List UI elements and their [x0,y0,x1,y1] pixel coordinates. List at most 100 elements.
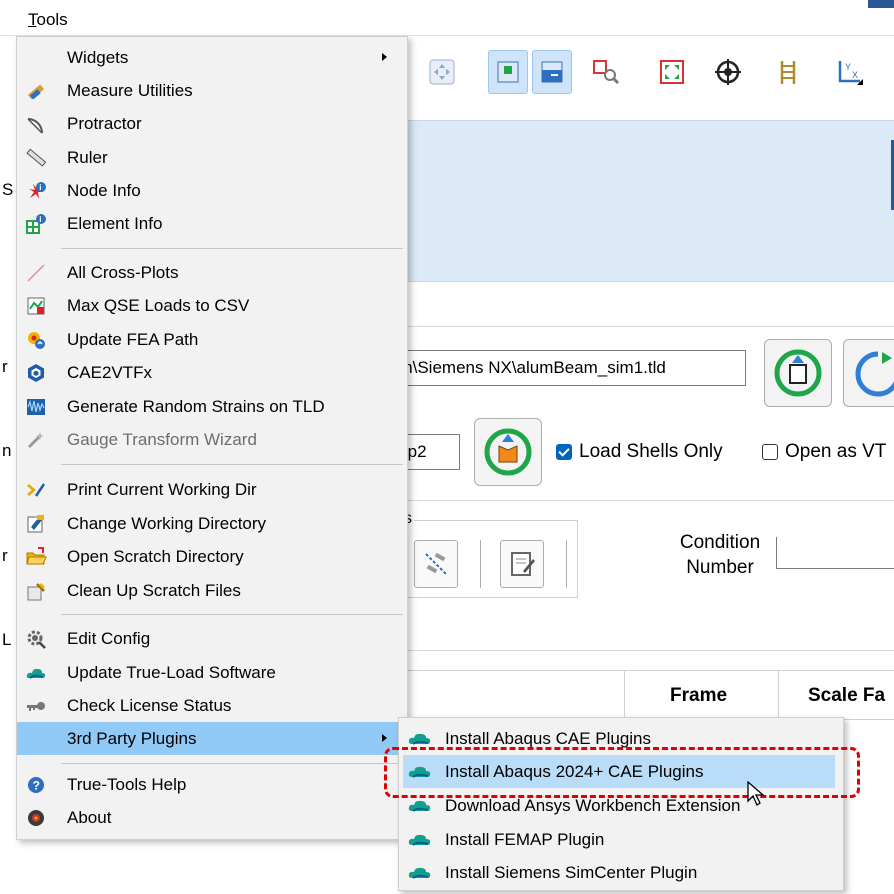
menu-item-label: Element Info [67,214,163,233]
menu-item-3rd-party-plugins[interactable]: 3rd Party Plugins [17,722,407,755]
menu-item-update-fea-path[interactable]: Update FEA Path [17,323,407,356]
open-folder-icon [25,546,47,568]
column-header-scale[interactable]: Scale Fa [808,685,885,707]
print-dir-icon [25,479,47,501]
menu-item-node-info[interactable]: i Node Info [17,174,407,207]
menu-item-print-current-working-dir[interactable]: Print Current Working Dir [17,473,407,506]
menu-item-label: Clean Up Scratch Files [67,581,241,600]
gauge-wizard-icon [25,429,47,451]
menu-item-about[interactable]: About [17,801,407,834]
menu-separator [61,763,403,764]
condition-label-line2: Number [686,557,754,578]
cloud-icon [408,834,431,846]
menu-item-element-info[interactable]: i Element Info [17,207,407,240]
license-key-icon [25,695,47,717]
menu-item-max-qse-loads[interactable]: Max QSE Loads to CSV [17,289,407,322]
view-mode-b-button[interactable] [532,50,572,94]
notepad-icon [511,552,535,576]
submenu-item-label: Install Abaqus CAE Plugins [445,729,652,748]
tools-dropdown-menu: Widgets Measure Utilities Protractor Rul… [16,36,408,840]
submenu-item-label: Install Siemens SimCenter Plugin [445,863,698,882]
menu-item-measure-utilities[interactable]: Measure Utilities [17,74,407,107]
menu-item-open-scratch-directory[interactable]: Open Scratch Directory [17,540,407,573]
transform-tool-button[interactable] [414,540,458,588]
menu-bar: Tools [0,0,894,36]
cloud-icon [408,800,431,812]
open-op2-button[interactable] [474,418,542,486]
zoom-window-button[interactable] [586,50,626,94]
menu-item-label: Update FEA Path [67,330,199,349]
column-header-frame[interactable]: Frame [670,685,727,707]
tools-menu-label: ools [36,10,68,29]
menu-item-label: Node Info [67,181,141,200]
svg-text:i: i [39,215,41,224]
tools-menu[interactable]: Tools [28,10,68,30]
menu-item-label: Widgets [67,48,129,67]
edit-notes-button[interactable] [500,540,544,588]
checkbox-unchecked [762,444,778,460]
cae2vtfx-icon [25,362,47,384]
svg-text:X: X [852,70,858,80]
zoom-extents-button[interactable] [652,50,692,94]
load-shells-only-checkbox[interactable]: Load Shells Only [556,441,723,463]
open-as-label: Open as VT [785,441,887,462]
window-accent [868,0,894,8]
left-clipped-text: n [2,441,12,460]
cloud-icon [25,662,47,684]
submenu-arrow-icon [382,734,387,742]
checkbox-checked [556,444,572,460]
layout-view-icon [541,61,563,83]
menu-item-cae2vtfx[interactable]: CAE2VTFx [17,356,407,389]
measure-utilities-icon [25,80,47,102]
left-clipped-text: r [2,357,8,376]
menu-item-all-cross-plots[interactable]: All Cross-Plots [17,256,407,289]
menu-item-true-tools-help[interactable]: ? True-Tools Help [17,768,407,801]
open-tld-button[interactable] [764,339,832,407]
qse-csv-icon [25,295,47,317]
reload-icon [855,351,894,397]
menu-item-label: Generate Random Strains on TLD [67,397,325,416]
menu-item-label: Update True-Load Software [67,663,276,682]
menu-item-check-license-status[interactable]: Check License Status [17,689,407,722]
condition-number-field[interactable] [776,537,894,569]
menu-item-generate-random-strains[interactable]: Generate Random Strains on TLD [17,390,407,423]
svg-text:?: ? [33,779,40,793]
menu-item-label: 3rd Party Plugins [67,729,197,748]
protractor-icon [25,113,47,135]
tld-path-input[interactable]: am\Siemens NX\alumBeam_sim1.tld [380,350,746,386]
axis-triad-button[interactable]: YX [828,50,868,94]
fit-view-button[interactable] [422,50,462,94]
svg-text:Y: Y [845,62,851,72]
gauge-line-icon [425,552,447,575]
graphics-viewport[interactable] [408,120,894,282]
menu-item-update-true-load-software[interactable]: Update True-Load Software [17,656,407,689]
menu-item-widgets[interactable]: Widgets [17,41,407,74]
menu-item-label: All Cross-Plots [67,263,179,282]
section-divider [408,650,894,651]
center-target-button[interactable] [708,50,748,94]
view-mode-a-button[interactable] [488,50,528,94]
axis-triad-icon: YX [838,61,863,85]
view-toolbar: YX [408,44,894,100]
ladder-view-button[interactable] [768,50,808,94]
left-clipped-text: L [2,630,12,649]
submenu-item-install-femap[interactable]: Install FEMAP Plugin [399,823,843,856]
menu-separator [61,614,403,615]
menu-item-label: Gauge Transform Wizard [67,430,257,449]
about-icon [25,807,47,829]
menu-item-edit-config[interactable]: Edit Config [17,622,407,655]
menu-item-change-working-directory[interactable]: Change Working Directory [17,507,407,540]
cloud-icon [408,867,431,879]
condition-number-label: Condition Number [674,530,766,580]
open-as-vt-checkbox[interactable]: Open as VT [762,441,886,463]
zoom-extents-icon [660,60,684,84]
highlight-callout [384,747,860,798]
menu-item-clean-up-scratch-files[interactable]: Clean Up Scratch Files [17,574,407,607]
menu-item-protractor[interactable]: Protractor [17,107,407,140]
submenu-item-install-siemens-simcenter[interactable]: Install Siemens SimCenter Plugin [399,856,843,889]
menu-item-label: Protractor [67,114,142,133]
tools-menu-mnemonic: T [28,10,37,29]
menu-item-ruler[interactable]: Ruler [17,141,407,174]
menu-item-label: Change Working Directory [67,514,267,533]
reload-button[interactable] [843,339,894,407]
